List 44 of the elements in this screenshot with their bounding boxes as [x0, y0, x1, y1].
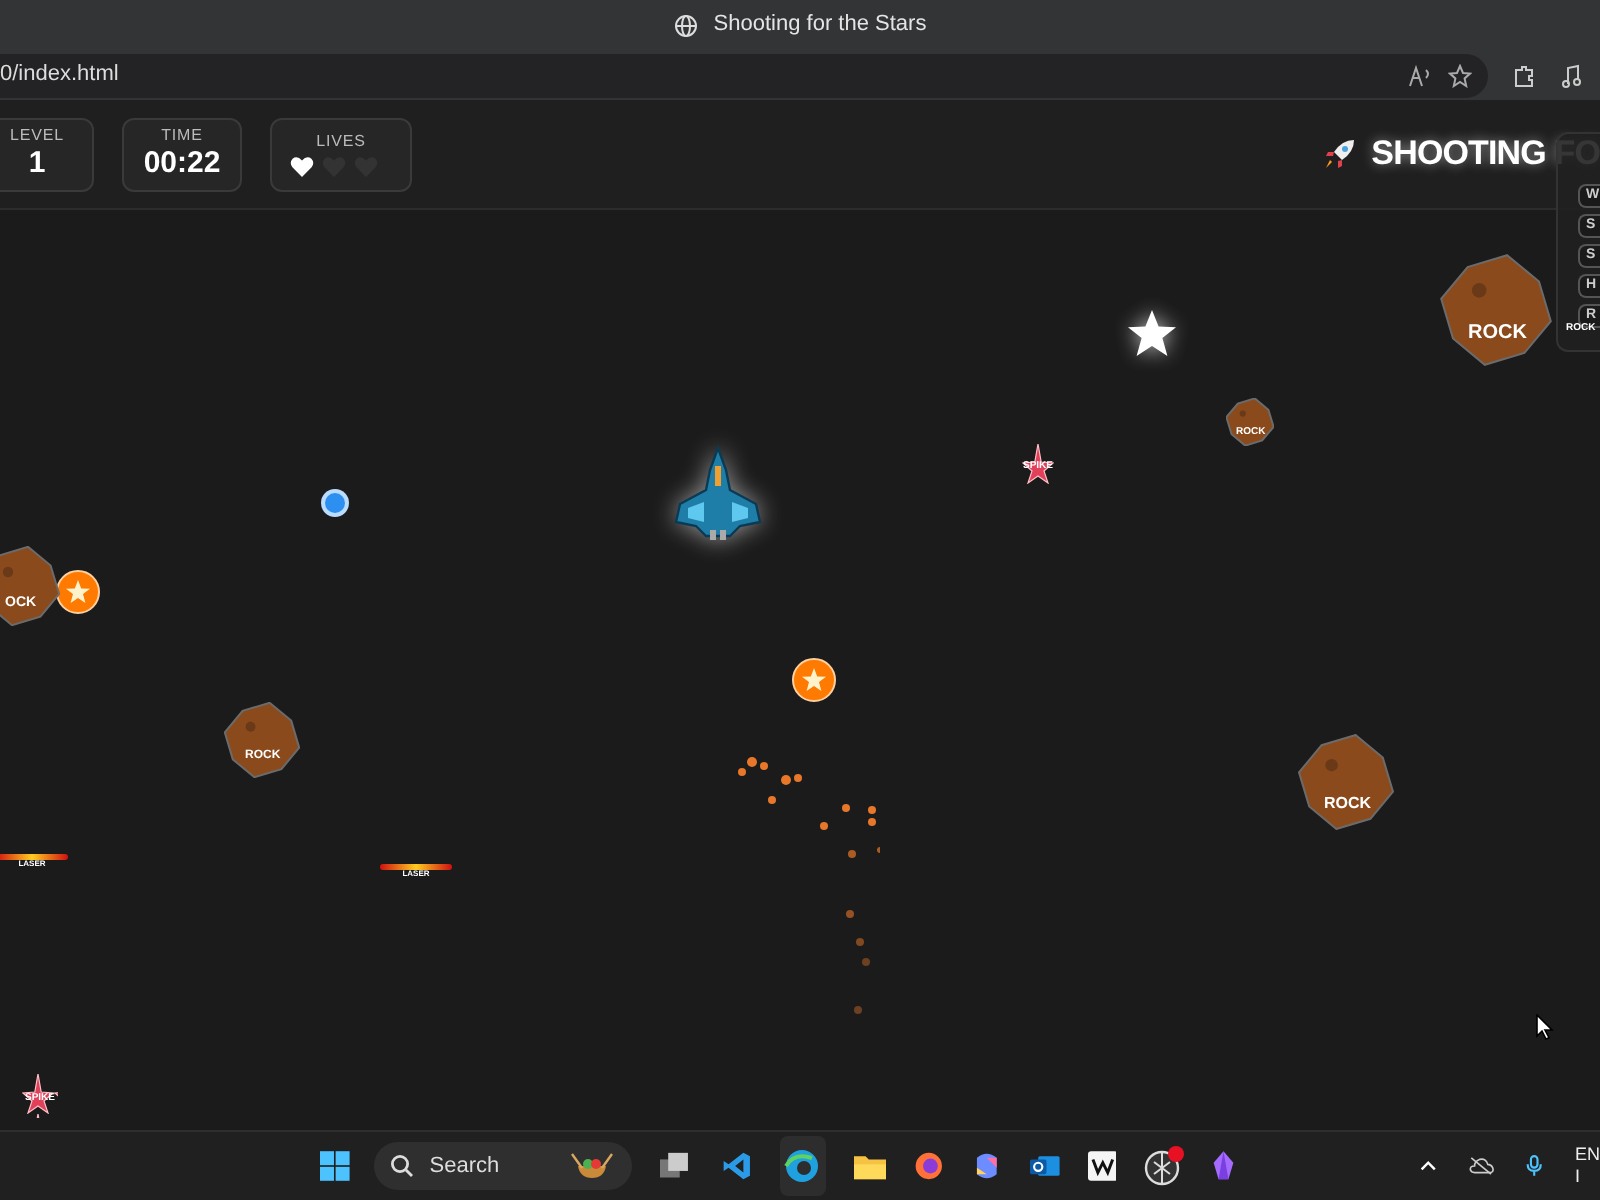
read-aloud-icon[interactable]	[1408, 63, 1432, 87]
browser-icon[interactable]	[779, 1136, 826, 1196]
globe-icon	[673, 13, 698, 37]
search-icon	[389, 1154, 414, 1178]
keyboard-layout-text[interactable]: I	[1575, 1166, 1600, 1188]
rocket-icon	[1323, 138, 1356, 170]
cloud-off-icon[interactable]	[1468, 1154, 1495, 1178]
asteroid-drawing	[1440, 254, 1552, 366]
asteroid-drawing	[1298, 734, 1394, 830]
laser-bar	[380, 864, 452, 870]
shield-orb-icon	[319, 487, 349, 517]
stat-label: TIME	[161, 126, 203, 146]
asteroid-drawing	[224, 702, 300, 778]
folder-icon[interactable]	[853, 1150, 887, 1182]
microphone-icon[interactable]	[1526, 1152, 1544, 1180]
chevron-up-icon[interactable]	[1419, 1158, 1437, 1174]
address-bar[interactable]: 0/index.html	[0, 53, 1488, 97]
gem-icon[interactable]	[1212, 1148, 1236, 1184]
task-view-icon[interactable]	[660, 1150, 690, 1182]
aperture-icon[interactable]	[1144, 1146, 1185, 1186]
stat-value: 00:22	[143, 146, 221, 182]
lives-label: LIVES	[316, 131, 366, 151]
salad-bowl-icon	[568, 1152, 617, 1180]
stat-value: 1	[28, 146, 46, 182]
colorful-swirl-icon[interactable]	[972, 1148, 1002, 1184]
code-editor-icon[interactable]	[722, 1148, 752, 1184]
favorite-star-icon[interactable]	[1448, 63, 1472, 87]
language-indicator[interactable]: EN	[1575, 1144, 1600, 1166]
w-letter-tile-icon[interactable]	[1087, 1148, 1117, 1184]
glowing-star-icon	[1126, 308, 1178, 360]
rock-label: ROCK	[1468, 324, 1527, 345]
asteroid-drawing	[1226, 398, 1274, 446]
asteroid-drawing	[0, 546, 60, 626]
mouse-cursor-icon	[1536, 1014, 1554, 1040]
star-orb-icon	[792, 658, 836, 702]
extensions-icon[interactable]	[1512, 63, 1536, 87]
window-title: Shooting for the Stars	[713, 10, 927, 41]
taskbar-search-field[interactable]: Search	[373, 1142, 633, 1190]
stat-label: LEVEL	[10, 126, 64, 146]
start-icon[interactable]	[320, 1148, 350, 1184]
star-orb-icon	[56, 570, 100, 614]
music-icon[interactable]	[1560, 63, 1584, 87]
laser-bar	[0, 854, 68, 860]
rock-label: ROCK	[1324, 795, 1372, 812]
